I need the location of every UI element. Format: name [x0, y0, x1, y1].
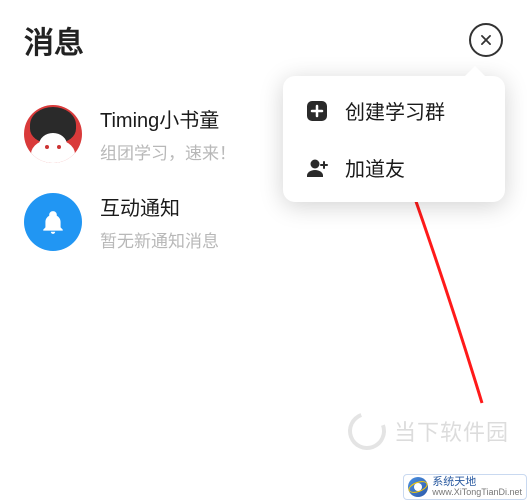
- close-button[interactable]: [469, 23, 503, 57]
- watermark: 当下软件园: [348, 412, 509, 450]
- bell-icon: [40, 207, 66, 237]
- close-icon: [479, 33, 493, 47]
- popover-label: 加道友: [345, 153, 405, 182]
- popover-create-group[interactable]: 创建学习群: [283, 82, 505, 139]
- person-plus-icon: [305, 156, 329, 180]
- footer-badge-url: www.XiTongTianDi.net: [432, 488, 522, 497]
- watermark-logo-icon: [342, 406, 392, 456]
- footer-badge: 系统天地 www.XiTongTianDi.net: [403, 474, 527, 500]
- avatar-notification: [24, 193, 82, 251]
- popover-add-friend[interactable]: 加道友: [283, 139, 505, 196]
- action-popover: 创建学习群 加道友: [283, 76, 505, 202]
- page-title: 消息: [24, 18, 84, 62]
- popover-label: 创建学习群: [345, 96, 445, 125]
- item-subtitle: 暂无新通知消息: [100, 227, 503, 252]
- watermark-text: 当下软件园: [394, 415, 509, 447]
- header: 消息: [18, 18, 509, 62]
- footer-badge-logo-icon: [408, 477, 428, 497]
- avatar-cartoon-girl: [24, 105, 82, 163]
- messages-screen: 消息 Timing小书童 组团学习，速来！ 互动通知 暂无新通知消息 创: [0, 0, 527, 500]
- plus-square-icon: [305, 99, 329, 123]
